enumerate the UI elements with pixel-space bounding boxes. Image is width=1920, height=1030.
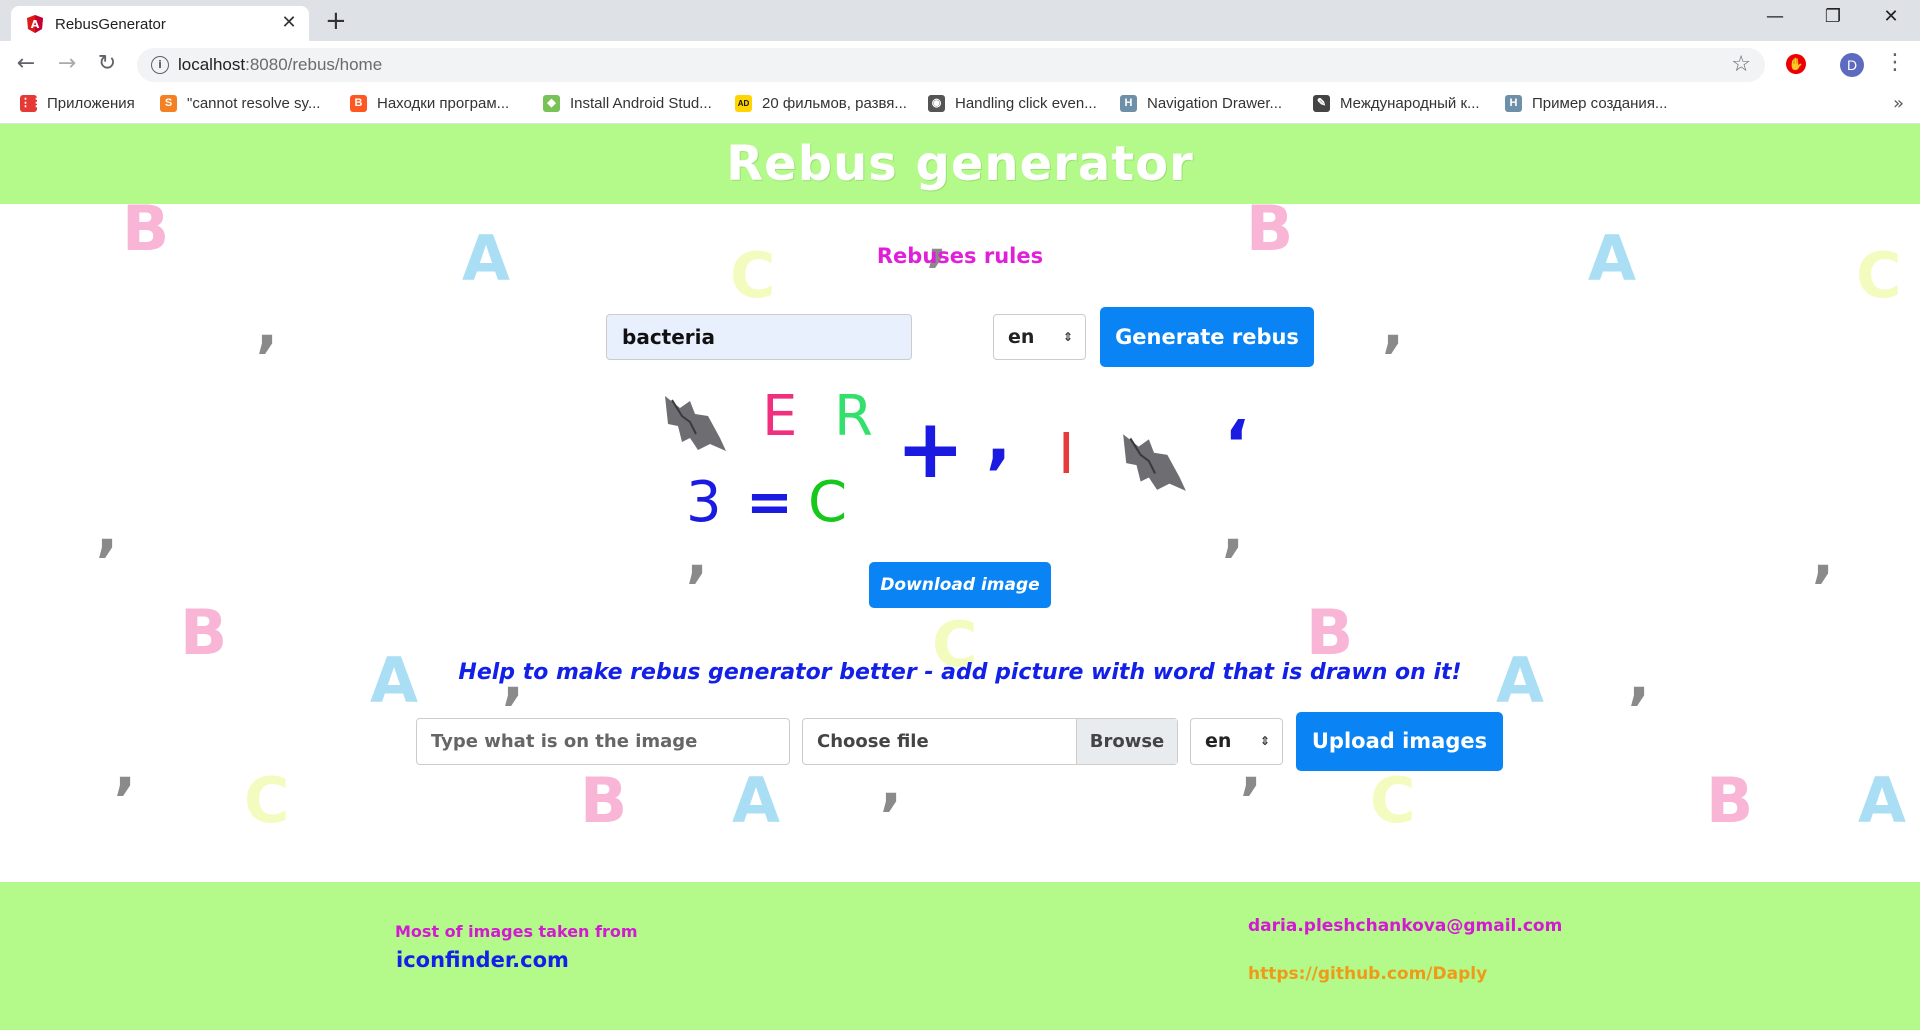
- language-select-value: en: [1008, 326, 1035, 348]
- blogger-icon: B: [350, 95, 367, 112]
- rebus-rules-link[interactable]: Rebuses rules: [0, 244, 1920, 268]
- page-header: Rebus generator: [0, 124, 1920, 204]
- upload-language-select[interactable]: en ⇕: [1190, 718, 1283, 765]
- back-icon[interactable]: ←: [14, 51, 38, 76]
- bookmark-label: Находки програм...: [377, 95, 510, 112]
- ad-icon: AD: [735, 95, 752, 112]
- bookmark-label: "cannot resolve sy...: [187, 95, 321, 112]
- close-window-icon[interactable]: ✕: [1868, 6, 1914, 27]
- rebus-letter-c: C: [808, 470, 848, 535]
- bookmark-item[interactable]: B Находки програм...: [350, 95, 509, 112]
- rebus-letter-r: R: [834, 384, 873, 449]
- browser-toolbar: ← → ↻ i localhost:8080/rebus/home ☆ ✋ D …: [0, 41, 1920, 88]
- bookmark-label: Handling click even...: [955, 95, 1097, 112]
- close-tab-icon[interactable]: ✕: [279, 12, 299, 33]
- bg-letter-c: C: [1370, 764, 1416, 837]
- rebus-image: E R + , I ‘ 3 = C: [640, 378, 1249, 578]
- bg-letter-b: B: [580, 764, 628, 837]
- rebus-comma: ,: [986, 400, 1012, 477]
- image-word-input[interactable]: Type what is on the image: [416, 718, 790, 765]
- bookmark-item[interactable]: AD 20 фильмов, развя...: [735, 95, 907, 112]
- bg-letter-a: A: [1858, 764, 1906, 837]
- globe-icon: ◉: [928, 95, 945, 112]
- bookmarks-more-icon[interactable]: »: [1893, 93, 1904, 114]
- apps-grid-icon: ⋮⋮: [20, 95, 42, 112]
- bg-comma: ,: [256, 292, 279, 360]
- angular-icon: A: [27, 15, 43, 33]
- bat-icon: [1123, 434, 1186, 491]
- profile-avatar[interactable]: D: [1840, 53, 1864, 77]
- stackoverflow-icon: S: [160, 95, 177, 112]
- info-icon[interactable]: i: [151, 56, 169, 74]
- select-arrows-icon: ⇕: [1062, 330, 1073, 344]
- help-text: Help to make rebus generator better - ad…: [458, 660, 1462, 685]
- bookmarks-bar: ⋮⋮ Приложения S "cannot resolve sy... B Наход…: [0, 88, 1920, 124]
- page-title: Rebus generator: [726, 136, 1194, 192]
- browse-button[interactable]: Browse: [1076, 719, 1177, 764]
- bookmark-label: 20 фильмов, развя...: [762, 95, 907, 112]
- email-link[interactable]: daria.pleshchankova@gmail.com: [1248, 916, 1562, 936]
- rebus-letter-i: I: [1058, 422, 1075, 487]
- bookmark-item[interactable]: H Navigation Drawer...: [1120, 95, 1282, 112]
- url-path: :8080/rebus/home: [245, 55, 383, 74]
- page-content: B A C B A C , , , , , , , B C B A A , , …: [0, 124, 1920, 1030]
- browser-menu-icon[interactable]: ⋮: [1884, 50, 1906, 75]
- github-link[interactable]: https://github.com/Daply: [1248, 964, 1487, 984]
- rebus-quote: ‘: [1224, 406, 1250, 483]
- restore-icon[interactable]: ❐: [1810, 6, 1856, 27]
- minimize-icon[interactable]: —: [1752, 6, 1798, 27]
- upload-images-button[interactable]: Upload images: [1296, 712, 1503, 771]
- bookmark-label: Международный к...: [1340, 95, 1480, 112]
- file-chooser[interactable]: Choose file Browse: [802, 718, 1178, 765]
- quill-icon: ✎: [1313, 95, 1330, 112]
- reload-icon[interactable]: ↻: [95, 51, 119, 76]
- bookmark-item[interactable]: H Пример создания...: [1505, 95, 1667, 112]
- svg-text:A: A: [31, 18, 40, 31]
- rebus-equals: =: [746, 470, 793, 535]
- bookmark-item[interactable]: ◉ Handling click even...: [928, 95, 1097, 112]
- adblock-extension-icon[interactable]: ✋: [1786, 54, 1806, 74]
- h-icon: H: [1120, 95, 1137, 112]
- bg-comma: ,: [1382, 292, 1405, 360]
- generate-rebus-button[interactable]: Generate rebus: [1100, 307, 1314, 367]
- bookmark-item[interactable]: S "cannot resolve sy...: [160, 95, 320, 112]
- page-footer: Most of images taken from iconfinder.com…: [0, 882, 1920, 1030]
- download-image-button[interactable]: Download image: [869, 562, 1051, 608]
- iconfinder-link[interactable]: iconfinder.com: [396, 948, 569, 972]
- bookmark-label: Install Android Stud...: [570, 95, 712, 112]
- rebus-number-3: 3: [686, 470, 722, 535]
- rebus-letter-e: E: [762, 384, 798, 449]
- rebus-plus: +: [896, 402, 965, 497]
- url-text: localhost:8080/rebus/home: [178, 55, 382, 75]
- bg-comma: ,: [114, 734, 137, 802]
- bookmark-item[interactable]: ◆ Install Android Stud...: [543, 95, 712, 112]
- word-input[interactable]: bacteria: [606, 314, 912, 360]
- images-source-label: Most of images taken from: [395, 922, 638, 941]
- bookmark-star-icon[interactable]: ☆: [1731, 52, 1751, 77]
- bg-letter-b: B: [1706, 764, 1754, 837]
- bg-letter-c: C: [244, 764, 290, 837]
- select-arrows-icon: ⇕: [1259, 734, 1270, 748]
- android-icon: ◆: [543, 95, 560, 112]
- choose-file-label: Choose file: [817, 731, 929, 752]
- bookmark-item[interactable]: ⋮⋮ Приложения: [20, 95, 135, 112]
- bookmark-label: Пример создания...: [1532, 95, 1668, 112]
- upload-language-select-value: en: [1205, 730, 1232, 752]
- bookmark-label: Приложения: [47, 95, 135, 112]
- browser-tab[interactable]: A RebusGenerator ✕: [11, 6, 309, 41]
- url-host: localhost: [178, 55, 246, 74]
- bookmark-label: Navigation Drawer...: [1147, 95, 1283, 112]
- browser-tab-bar: A RebusGenerator ✕ + — ❐ ✕: [0, 0, 1920, 41]
- new-tab-icon[interactable]: +: [325, 6, 347, 36]
- bat-icon: [665, 396, 726, 451]
- address-bar[interactable]: i localhost:8080/rebus/home ☆: [137, 48, 1765, 82]
- bg-letter-a: A: [732, 764, 780, 837]
- tab-title: RebusGenerator: [55, 16, 166, 33]
- bookmark-item[interactable]: ✎ Международный к...: [1313, 95, 1480, 112]
- language-select[interactable]: en ⇕: [993, 314, 1086, 360]
- h-icon: H: [1505, 95, 1522, 112]
- forward-icon[interactable]: →: [55, 51, 79, 76]
